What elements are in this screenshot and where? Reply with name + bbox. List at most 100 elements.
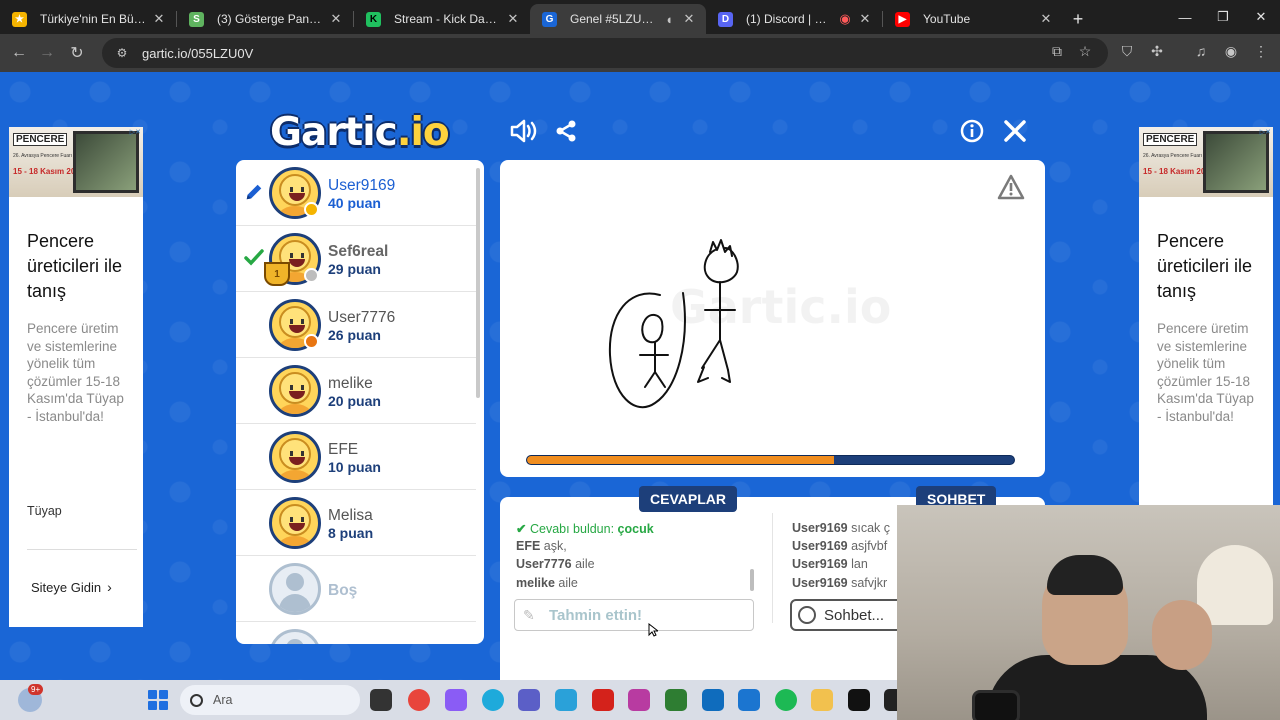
- answer-message: User7776 aile: [516, 557, 595, 571]
- start-button[interactable]: [148, 690, 168, 710]
- shield-extension-icon[interactable]: ⛉: [1116, 40, 1138, 62]
- pencil-icon: ✎: [523, 606, 535, 623]
- message-text: sıcak ç: [851, 521, 890, 535]
- tab-close-icon[interactable]: ✕: [506, 11, 520, 27]
- snipping-tool-icon[interactable]: [628, 689, 650, 711]
- message-text: lan: [851, 557, 868, 571]
- browser-tab[interactable]: S (3) Gösterge Paneli / Stream ✕: [177, 4, 353, 34]
- player-row[interactable]: User7776 26 puan: [236, 292, 476, 358]
- tab-close-icon[interactable]: ✕: [682, 11, 696, 27]
- minimize-button[interactable]: —: [1166, 0, 1204, 34]
- chat-message: User9169 lan: [792, 557, 868, 571]
- browser-tab[interactable]: K Stream - Kick Dashboard ✕: [354, 4, 530, 34]
- ad-title[interactable]: Pencere üreticileri ile tanış: [27, 229, 137, 304]
- tab-favicon-icon: S: [189, 12, 204, 27]
- left-ad[interactable]: PENCERE 26. Avrasya Pencere Fuarı 15 - 1…: [9, 127, 143, 627]
- tab-close-icon[interactable]: ✕: [858, 11, 872, 27]
- share-icon[interactable]: [551, 116, 581, 146]
- spotify-icon[interactable]: [775, 689, 797, 711]
- recording-icon: ◉: [839, 11, 851, 26]
- gartic-logo[interactable]: Gartic.io: [270, 110, 450, 155]
- browser-tab[interactable]: D (1) Discord | #kuralları ◉ ✕: [706, 4, 882, 34]
- person-hand: [1152, 600, 1212, 670]
- install-app-icon[interactable]: ⧉: [1046, 40, 1068, 62]
- adchoices-icon[interactable]: ▷✕: [1260, 128, 1271, 136]
- info-icon[interactable]: [957, 116, 987, 146]
- store-icon[interactable]: [738, 689, 760, 711]
- taskbar-search-label: Ara: [213, 693, 233, 707]
- player-row[interactable]: melike 20 puan: [236, 358, 476, 424]
- maximize-button[interactable]: ❐: [1204, 0, 1242, 34]
- player-drawing: [608, 239, 739, 409]
- menu-icon[interactable]: ⋮: [1250, 40, 1272, 62]
- app-icon[interactable]: [665, 689, 687, 711]
- player-row[interactable]: EFE 10 puan: [236, 424, 476, 490]
- browser-tab-active[interactable]: G Genel #5LZU0V (Türkçe) ◖ ✕: [530, 4, 706, 34]
- browser-tab[interactable]: ★ Türkiye'nin En Büyük Oyun ✕: [0, 4, 176, 34]
- message-text: aşk,: [543, 539, 567, 553]
- report-warning-icon[interactable]: [997, 174, 1025, 200]
- player-row[interactable]: User9169 40 puan: [236, 160, 476, 226]
- reload-button[interactable]: ↻: [64, 40, 90, 66]
- new-tab-button[interactable]: +: [1063, 4, 1093, 34]
- netflix-icon[interactable]: [848, 689, 870, 711]
- copilot-icon[interactable]: [445, 689, 467, 711]
- drawing-canvas[interactable]: Gartic.io: [500, 160, 1045, 477]
- tab-close-icon[interactable]: ✕: [329, 11, 343, 27]
- player-row[interactable]: Melisa 8 puan: [236, 490, 476, 556]
- player-score: 26 puan: [328, 327, 381, 343]
- tab-favicon-icon: ▶: [895, 12, 910, 27]
- task-view-icon[interactable]: [370, 689, 392, 711]
- chrome-icon[interactable]: [408, 689, 430, 711]
- players-scrollbar[interactable]: [476, 168, 480, 398]
- players-list[interactable]: User9169 40 puan 1 Sef6real 29 puan User…: [236, 160, 484, 644]
- message-text: aile: [575, 557, 595, 571]
- tab-close-icon[interactable]: ✕: [1039, 11, 1053, 27]
- site-info-icon[interactable]: ⚙: [114, 45, 130, 61]
- right-ad[interactable]: PENCERE 26. Avrasya Pencere Fuarı 15 - 1…: [1139, 127, 1273, 507]
- ad-cta-button[interactable]: Siteye Gidin ›: [31, 579, 112, 595]
- media-control-icon[interactable]: ♫: [1190, 40, 1212, 62]
- pencil-icon: [244, 182, 264, 202]
- address-bar[interactable]: ⚙ gartic.io/055LZU0V: [102, 38, 1108, 68]
- teams-icon[interactable]: [518, 689, 540, 711]
- back-button[interactable]: ←: [6, 40, 32, 66]
- acrobat-icon[interactable]: [592, 689, 614, 711]
- answers-scrollbar[interactable]: [750, 569, 754, 591]
- guess-field[interactable]: ✎: [514, 599, 754, 631]
- answer-message: melike aile: [516, 576, 578, 590]
- outlook-icon[interactable]: [702, 689, 724, 711]
- ad-banner-image[interactable]: PENCERE 26. Avrasya Pencere Fuarı 15 - 1…: [9, 127, 143, 197]
- player-row-empty: [236, 622, 476, 644]
- guess-input[interactable]: [549, 606, 739, 624]
- ad-title[interactable]: Pencere üreticileri ile tanış: [1157, 229, 1267, 304]
- sound-icon[interactable]: [508, 116, 538, 146]
- taskbar-search[interactable]: Ara: [180, 685, 360, 715]
- bookmark-star-icon[interactable]: ☆: [1074, 40, 1096, 62]
- player-row[interactable]: 1 Sef6real 29 puan: [236, 226, 476, 292]
- tab-title: (3) Gösterge Paneli / Stream: [217, 12, 323, 26]
- player-row-empty: Boş: [236, 556, 476, 622]
- app-icon[interactable]: [555, 689, 577, 711]
- player-name: Melisa: [328, 507, 373, 524]
- message-user: User9169: [792, 557, 848, 571]
- chat-message: User9169 sıcak ç: [792, 521, 890, 535]
- extensions-icon[interactable]: ✣: [1146, 40, 1168, 62]
- speaker-icon[interactable]: ◖: [662, 12, 676, 27]
- file-explorer-icon[interactable]: [811, 689, 833, 711]
- trophy-icon: 1: [264, 262, 290, 286]
- profile-icon[interactable]: ◉: [1220, 40, 1242, 62]
- browser-tab[interactable]: ▶ YouTube ✕: [883, 4, 1063, 34]
- tab-strip: ★ Türkiye'nin En Büyük Oyun ✕ S (3) Göst…: [0, 0, 1280, 34]
- close-game-icon[interactable]: [1000, 116, 1030, 146]
- edge-icon[interactable]: [482, 689, 504, 711]
- rank-number: 1: [274, 268, 280, 280]
- adchoices-icon[interactable]: ▷✕: [130, 128, 141, 136]
- close-window-button[interactable]: ✕: [1242, 0, 1280, 34]
- forward-button[interactable]: →: [34, 40, 60, 66]
- ad-banner-image[interactable]: PENCERE 26. Avrasya Pencere Fuarı 15 - 1…: [1139, 127, 1273, 197]
- answer-prefix: Cevabı buldun:: [529, 522, 615, 536]
- tab-close-icon[interactable]: ✕: [152, 11, 166, 27]
- tab-answers[interactable]: CEVAPLAR: [639, 486, 737, 512]
- player-name: User9169: [328, 177, 396, 194]
